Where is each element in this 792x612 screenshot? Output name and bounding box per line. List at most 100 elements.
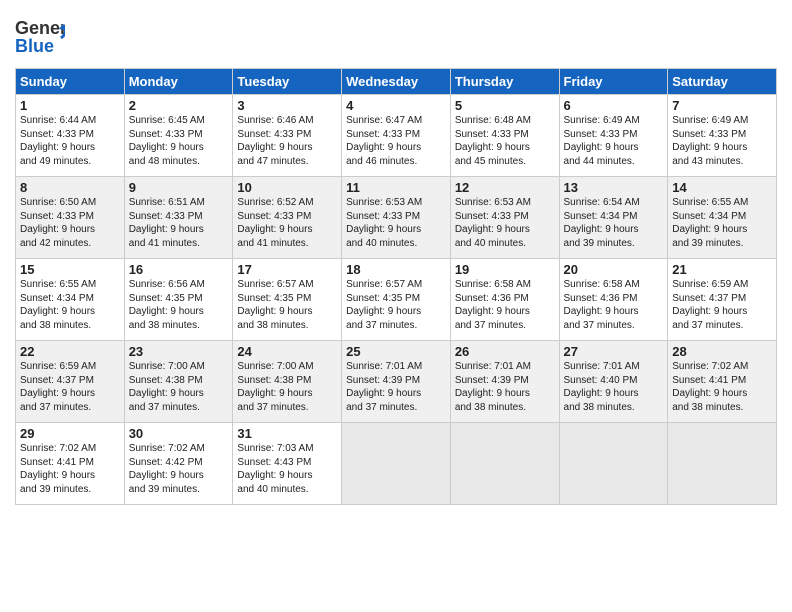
logo: General Blue [15,10,65,60]
svg-text:General: General [15,18,65,38]
day-number: 3 [237,98,337,113]
calendar-table: SundayMondayTuesdayWednesdayThursdayFrid… [15,68,777,505]
calendar-cell: 27Sunrise: 7:01 AMSunset: 4:40 PMDayligh… [559,341,668,423]
calendar-cell: 15 Sunrise: 6:55 AMSunset: 4:34 PMDayligh… [16,259,125,341]
cell-info: Sunrise: 6:53 AMSunset: 4:33 PMDaylight:… [346,197,422,249]
calendar-cell: 19 Sunrise: 6:58 AMSunset: 4:36 PMDayligh… [450,259,559,341]
calendar-cell: 11 Sunrise: 6:53 AMSunset: 4:33 PMDayligh… [342,177,451,259]
cell-info: Sunrise: 7:00 AMSunset: 4:38 PMDaylight:… [129,361,205,413]
day-number: 4 [346,98,446,113]
day-number: 1 [20,98,120,113]
day-number: 2 [129,98,229,113]
calendar-cell: 30Sunrise: 7:02 AMSunset: 4:42 PMDayligh… [124,423,233,505]
cell-info: Sunrise: 6:52 AMSunset: 4:33 PMDaylight:… [237,197,313,249]
day-header-sunday: Sunday [16,69,125,95]
day-number: 7 [672,98,772,113]
day-number: 22 [20,344,120,359]
cell-info: Sunrise: 7:02 AMSunset: 4:41 PMDaylight:… [672,361,748,413]
cell-info: Sunrise: 6:58 AMSunset: 4:36 PMDaylight:… [564,279,640,331]
cell-info: Sunrise: 7:00 AMSunset: 4:38 PMDaylight:… [237,361,313,413]
calendar-cell [450,423,559,505]
cell-info: Sunrise: 6:44 AMSunset: 4:33 PMDaylight:… [20,115,96,167]
cell-info: Sunrise: 6:51 AMSunset: 4:33 PMDaylight:… [129,197,205,249]
calendar-cell: 18 Sunrise: 6:57 AMSunset: 4:35 PMDayligh… [342,259,451,341]
day-number: 8 [20,180,120,195]
cell-info: Sunrise: 7:01 AMSunset: 4:39 PMDaylight:… [455,361,531,413]
day-number: 15 [20,262,120,277]
calendar-cell: 6 Sunrise: 6:49 AMSunset: 4:33 PMDaylight… [559,95,668,177]
cell-info: Sunrise: 6:49 AMSunset: 4:33 PMDaylight:… [564,115,640,167]
cell-info: Sunrise: 6:58 AMSunset: 4:36 PMDaylight:… [455,279,531,331]
calendar-cell [559,423,668,505]
cell-info: Sunrise: 6:54 AMSunset: 4:34 PMDaylight:… [564,197,640,249]
calendar-week-2: 8 Sunrise: 6:50 AMSunset: 4:33 PMDaylight… [16,177,777,259]
cell-info: Sunrise: 6:50 AMSunset: 4:33 PMDaylight:… [20,197,96,249]
day-number: 16 [129,262,229,277]
cell-info: Sunrise: 6:47 AMSunset: 4:33 PMDaylight:… [346,115,422,167]
cell-info: Sunrise: 6:57 AMSunset: 4:35 PMDaylight:… [237,279,313,331]
day-number: 17 [237,262,337,277]
cell-info: Sunrise: 6:55 AMSunset: 4:34 PMDaylight:… [672,197,748,249]
cell-info: Sunrise: 7:03 AMSunset: 4:43 PMDaylight:… [237,443,313,495]
cell-info: Sunrise: 7:01 AMSunset: 4:40 PMDaylight:… [564,361,640,413]
cell-info: Sunrise: 6:56 AMSunset: 4:35 PMDaylight:… [129,279,205,331]
logo-icon: General Blue [15,10,65,60]
svg-text:Blue: Blue [15,36,54,56]
day-number: 26 [455,344,555,359]
calendar-week-3: 15 Sunrise: 6:55 AMSunset: 4:34 PMDayligh… [16,259,777,341]
day-header-thursday: Thursday [450,69,559,95]
day-number: 18 [346,262,446,277]
day-number: 11 [346,180,446,195]
cell-info: Sunrise: 6:46 AMSunset: 4:33 PMDaylight:… [237,115,313,167]
calendar-cell: 25 Sunrise: 7:01 AMSunset: 4:39 PMDayligh… [342,341,451,423]
day-number: 10 [237,180,337,195]
day-header-friday: Friday [559,69,668,95]
calendar-cell: 13 Sunrise: 6:54 AMSunset: 4:34 PMDayligh… [559,177,668,259]
day-header-saturday: Saturday [668,69,777,95]
calendar-week-1: 1 Sunrise: 6:44 AMSunset: 4:33 PMDaylight… [16,95,777,177]
cell-info: Sunrise: 6:45 AMSunset: 4:33 PMDaylight:… [129,115,205,167]
day-header-monday: Monday [124,69,233,95]
calendar-cell: 4 Sunrise: 6:47 AMSunset: 4:33 PMDaylight… [342,95,451,177]
cell-info: Sunrise: 6:57 AMSunset: 4:35 PMDaylight:… [346,279,422,331]
calendar-cell: 2 Sunrise: 6:45 AMSunset: 4:33 PMDaylight… [124,95,233,177]
calendar-cell: 8 Sunrise: 6:50 AMSunset: 4:33 PMDaylight… [16,177,125,259]
day-header-wednesday: Wednesday [342,69,451,95]
cell-info: Sunrise: 6:59 AMSunset: 4:37 PMDaylight:… [20,361,96,413]
calendar-cell: 16 Sunrise: 6:56 AMSunset: 4:35 PMDayligh… [124,259,233,341]
day-number: 13 [564,180,664,195]
cell-info: Sunrise: 7:01 AMSunset: 4:39 PMDaylight:… [346,361,422,413]
calendar-week-4: 22 Sunrise: 6:59 AMSunset: 4:37 PMDayligh… [16,341,777,423]
calendar-cell: 3 Sunrise: 6:46 AMSunset: 4:33 PMDaylight… [233,95,342,177]
calendar-cell [342,423,451,505]
calendar-cell: 26 Sunrise: 7:01 AMSunset: 4:39 PMDayligh… [450,341,559,423]
calendar-cell: 9Sunrise: 6:51 AMSunset: 4:33 PMDaylight… [124,177,233,259]
calendar-cell: 14Sunrise: 6:55 AMSunset: 4:34 PMDayligh… [668,177,777,259]
calendar-cell: 29 Sunrise: 7:02 AMSunset: 4:41 PMDayligh… [16,423,125,505]
cell-info: Sunrise: 6:49 AMSunset: 4:33 PMDaylight:… [672,115,748,167]
day-number: 25 [346,344,446,359]
cell-info: Sunrise: 6:59 AMSunset: 4:37 PMDaylight:… [672,279,748,331]
day-number: 5 [455,98,555,113]
calendar-cell: 21 Sunrise: 6:59 AMSunset: 4:37 PMDayligh… [668,259,777,341]
cell-info: Sunrise: 6:55 AMSunset: 4:34 PMDaylight:… [20,279,96,331]
calendar-week-5: 29 Sunrise: 7:02 AMSunset: 4:41 PMDayligh… [16,423,777,505]
calendar-header-row: SundayMondayTuesdayWednesdayThursdayFrid… [16,69,777,95]
calendar-cell: 23 Sunrise: 7:00 AMSunset: 4:38 PMDayligh… [124,341,233,423]
day-number: 6 [564,98,664,113]
cell-info: Sunrise: 7:02 AMSunset: 4:41 PMDaylight:… [20,443,96,495]
day-number: 29 [20,426,120,441]
calendar-cell: 5Sunrise: 6:48 AMSunset: 4:33 PMDaylight… [450,95,559,177]
day-number: 21 [672,262,772,277]
calendar-cell: 22 Sunrise: 6:59 AMSunset: 4:37 PMDayligh… [16,341,125,423]
calendar-cell: 20 Sunrise: 6:58 AMSunset: 4:36 PMDayligh… [559,259,668,341]
day-header-tuesday: Tuesday [233,69,342,95]
calendar-cell: 12Sunrise: 6:53 AMSunset: 4:33 PMDayligh… [450,177,559,259]
header: General Blue [15,10,777,60]
day-number: 24 [237,344,337,359]
day-number: 19 [455,262,555,277]
main-container: General Blue SundayMondayTuesdayWednesda… [0,0,792,515]
day-number: 20 [564,262,664,277]
day-number: 23 [129,344,229,359]
day-number: 30 [129,426,229,441]
